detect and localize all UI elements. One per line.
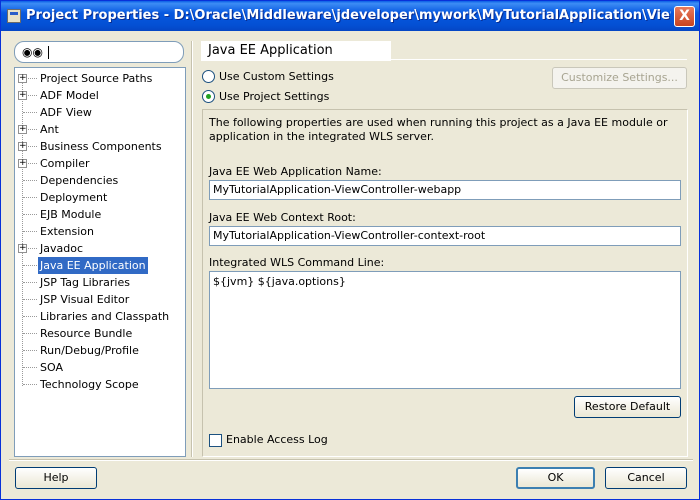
- expand-plus-icon[interactable]: +: [18, 142, 27, 151]
- tree-item-label: Business Components: [40, 140, 162, 153]
- ok-button[interactable]: OK: [516, 467, 595, 489]
- expand-plus-icon[interactable]: +: [18, 159, 27, 168]
- tree-item[interactable]: Run/Debug/Profile: [15, 342, 185, 359]
- use-custom-settings-radio[interactable]: Use Custom Settings: [202, 69, 402, 85]
- tree-item-label: Java EE Application: [38, 257, 148, 274]
- command-line-textarea[interactable]: ${jvm} ${java.options}: [209, 271, 681, 389]
- header-divider: [391, 59, 687, 60]
- help-button[interactable]: Help: [15, 467, 97, 489]
- close-icon: X: [679, 8, 690, 24]
- tree-item[interactable]: + Javadoc: [15, 240, 185, 257]
- tree-item-label: SOA: [40, 361, 63, 374]
- tree-item-label: Compiler: [40, 157, 90, 170]
- context-root-field[interactable]: MyTutorialApplication-ViewController-con…: [209, 226, 681, 246]
- restore-default-button[interactable]: Restore Default: [574, 396, 681, 418]
- settings-panel: Java EE Application Use Custom Settings …: [201, 41, 689, 461]
- app-icon: [7, 9, 21, 23]
- tree-item[interactable]: Technology Scope: [15, 376, 185, 393]
- tree-connector: [23, 384, 37, 385]
- binoculars-icon: ◉◉: [22, 45, 43, 59]
- tree-item[interactable]: Libraries and Classpath: [15, 308, 185, 325]
- tree-item-label: Extension: [40, 225, 95, 238]
- tree-item-label: Deployment: [40, 191, 108, 204]
- radio-unchecked-icon[interactable]: [202, 70, 215, 83]
- tree-connector: [23, 333, 37, 334]
- tree-item-label: JSP Tag Libraries: [40, 276, 130, 289]
- navigation-panel: ◉◉ + Project Source Paths + ADF Model ADF Vi…: [14, 41, 186, 457]
- use-project-settings-radio[interactable]: Use Project Settings: [202, 89, 402, 105]
- tree-connector: [23, 180, 37, 181]
- settings-description: The following properties are used when r…: [209, 116, 668, 143]
- use-custom-settings-label: Use Custom Settings: [219, 70, 334, 83]
- context-root-label: Java EE Web Context Root:: [209, 211, 356, 224]
- tree-connector: [23, 265, 37, 266]
- tree-item-label: ADF View: [40, 106, 92, 119]
- panel-splitter[interactable]: [191, 41, 193, 457]
- title-bar[interactable]: Project Properties - D:\Oracle\Middlewar…: [1, 1, 699, 31]
- expand-plus-icon[interactable]: +: [18, 74, 27, 83]
- command-line-label: Integrated WLS Command Line:: [209, 256, 385, 269]
- search-input[interactable]: ◉◉: [14, 41, 184, 63]
- radio-checked-icon[interactable]: [202, 90, 215, 103]
- tree-item[interactable]: JSP Tag Libraries: [15, 274, 185, 291]
- page-title: Java EE Application: [201, 41, 391, 61]
- use-project-settings-label: Use Project Settings: [219, 90, 330, 103]
- tree-item[interactable]: + ADF Model: [15, 87, 185, 104]
- tree-item-label: Dependencies: [40, 174, 119, 187]
- tree-item[interactable]: Deployment: [15, 189, 185, 206]
- tree-connector: [23, 299, 37, 300]
- window-title: Project Properties - D:\Oracle\Middlewar…: [26, 8, 671, 23]
- tree-connector: [23, 316, 37, 317]
- tree-item-label: Ant: [40, 123, 59, 136]
- tree-item-label: Project Source Paths: [40, 72, 153, 85]
- tree-item[interactable]: JSP Visual Editor: [15, 291, 185, 308]
- tree-item[interactable]: Resource Bundle: [15, 325, 185, 342]
- web-app-name-field[interactable]: MyTutorialApplication-ViewController-web…: [209, 180, 681, 200]
- cancel-button[interactable]: Cancel: [605, 467, 687, 489]
- properties-tree: + Project Source Paths + ADF Model ADF View +…: [14, 67, 186, 457]
- web-app-name-label: Java EE Web Application Name:: [209, 165, 382, 178]
- tree-connector: [23, 214, 37, 215]
- tree-item-label: Libraries and Classpath: [40, 310, 170, 323]
- tree-item[interactable]: + Business Components: [15, 138, 185, 155]
- tree-item-label: Javadoc: [40, 242, 83, 255]
- enable-access-log-label: Enable Access Log: [226, 433, 328, 446]
- expand-plus-icon[interactable]: +: [18, 91, 27, 100]
- tree-item[interactable]: + Ant: [15, 121, 185, 138]
- tree-connector: [23, 197, 37, 198]
- tree-item[interactable]: Java EE Application: [15, 257, 185, 274]
- tree-item-label: JSP Visual Editor: [40, 293, 130, 306]
- tree-item[interactable]: Dependencies: [15, 172, 185, 189]
- tree-item[interactable]: Extension: [15, 223, 185, 240]
- tree-item-label: Run/Debug/Profile: [40, 344, 139, 357]
- tree-connector: [23, 231, 37, 232]
- tree-item[interactable]: ADF View: [15, 104, 185, 121]
- footer-divider: [9, 459, 693, 461]
- tree-item[interactable]: EJB Module: [15, 206, 185, 223]
- tree-item-label: ADF Model: [40, 89, 99, 102]
- project-properties-dialog: Project Properties - D:\Oracle\Middlewar…: [0, 0, 700, 500]
- tree-connector: [23, 112, 37, 113]
- tree-item-label: EJB Module: [40, 208, 102, 221]
- close-button[interactable]: X: [674, 6, 695, 27]
- tree-item[interactable]: + Compiler: [15, 155, 185, 172]
- tree-connector: [23, 367, 37, 368]
- project-settings-group: The following properties are used when r…: [202, 109, 688, 457]
- customize-settings-button[interactable]: Customize Settings...: [552, 67, 687, 89]
- tree-item-label: Resource Bundle: [40, 327, 133, 340]
- tree-item-label: Technology Scope: [40, 378, 139, 391]
- expand-plus-icon[interactable]: +: [18, 244, 27, 253]
- tree-item[interactable]: SOA: [15, 359, 185, 376]
- tree-connector: [23, 350, 37, 351]
- enable-access-log-checkbox[interactable]: [209, 434, 222, 447]
- tree-item[interactable]: + Project Source Paths: [15, 70, 185, 87]
- expand-plus-icon[interactable]: +: [18, 125, 27, 134]
- tree-connector: [23, 282, 37, 283]
- text-caret: [48, 46, 49, 59]
